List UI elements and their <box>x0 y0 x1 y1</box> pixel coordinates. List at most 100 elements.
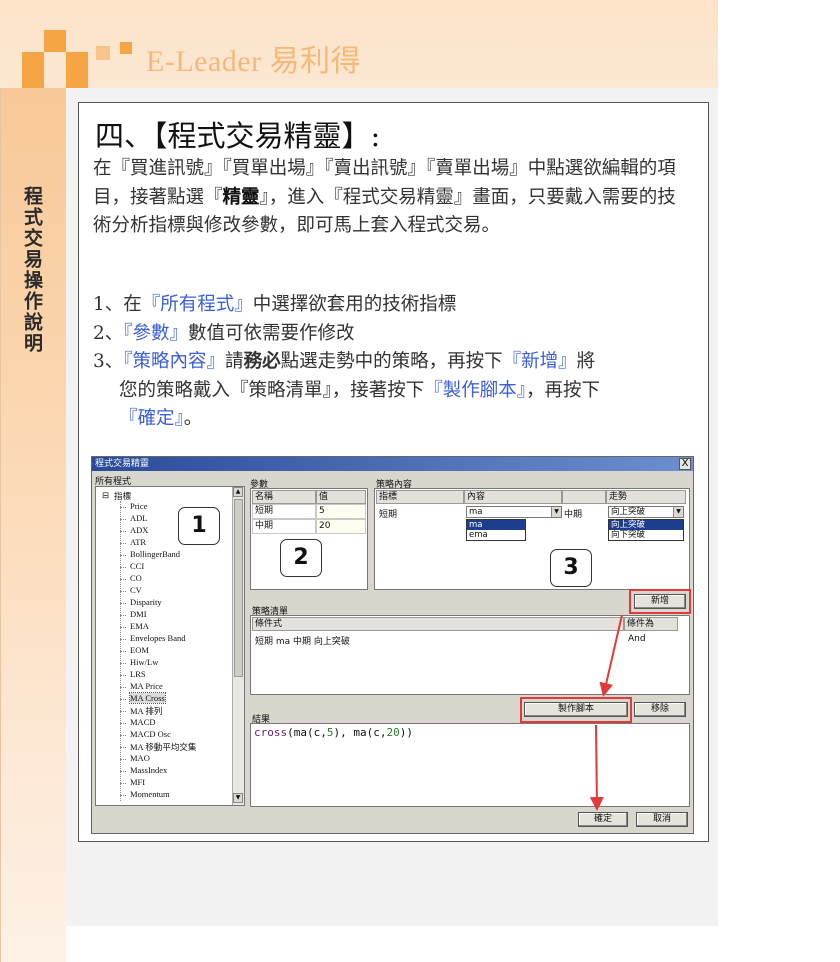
strategy-list-logic[interactable]: And <box>628 634 646 644</box>
dialog-title: 程式交易精靈 <box>95 459 150 469</box>
code-part: ), ma(c, <box>333 726 387 739</box>
trend-select[interactable]: 向上突破 ▼ <box>608 506 684 518</box>
strategy-list-header-condition: 條件式 <box>252 617 624 631</box>
tree-item[interactable]: CCI <box>130 561 144 571</box>
tree-item[interactable]: Hiw/Lw <box>130 657 158 667</box>
step-3-highlight: 『策略內容』 <box>123 351 226 372</box>
content-select[interactable]: ma ▼ <box>466 506 562 518</box>
tree-item[interactable]: MACD <box>130 717 156 727</box>
highlight-add <box>629 589 691 614</box>
tree-item[interactable]: Envelopes Band <box>130 633 185 643</box>
code-number: 20 <box>386 726 400 739</box>
tree-item[interactable]: ATR <box>130 537 146 547</box>
tree-item[interactable]: CV <box>130 585 142 595</box>
brand-name: E-Leader 易利得 <box>146 45 362 78</box>
tree-item[interactable]: MACD Osc <box>130 729 171 739</box>
dropdown-option[interactable]: ema <box>467 530 525 540</box>
step-3-line2a: 您的策略戴入『策略清單』，接著按下 <box>119 379 425 401</box>
cancel-button[interactable]: 取消 <box>636 812 688 827</box>
tree-item[interactable]: MA Price <box>130 681 163 691</box>
scroll-up-icon[interactable]: ▲ <box>233 487 243 497</box>
section-heading: 四、【程式交易精靈】: <box>95 119 381 153</box>
tree-item[interactable]: ADX <box>130 525 148 535</box>
tree-item[interactable]: CO <box>130 573 142 583</box>
code-part: (ma(c, <box>287 726 327 739</box>
chevron-down-icon[interactable]: ▼ <box>673 507 683 517</box>
step-list: 1、在『所有程式』中選擇欲套用的技術指標 2、『參數』數值可依需要作修改 3、『… <box>93 291 693 434</box>
sidebar-title: 程式交易操作說明 <box>21 186 43 354</box>
dropdown-option[interactable]: ma <box>467 520 525 530</box>
step-1: 1、在『所有程式』中選擇欲套用的技術指標 <box>93 291 693 320</box>
step-3-bold: 務必 <box>243 351 281 372</box>
scroll-thumb[interactable] <box>234 499 243 677</box>
strategy-list-header-logic: 條件為 <box>624 617 678 631</box>
step-2-suffix: 數值可依需要作修改 <box>188 322 355 344</box>
strategy-header-content: 內容 <box>464 490 562 504</box>
tree-item[interactable]: MA Cross <box>129 692 166 704</box>
tree-item[interactable]: MAO <box>130 753 150 763</box>
dropdown-option[interactable]: 向下突破 <box>609 530 683 540</box>
step-1-highlight: 『所有程式』 <box>141 294 253 315</box>
step-2: 2、『參數』數值可依需要作修改 <box>93 320 693 349</box>
dropdown-option[interactable]: 向上突破 <box>609 520 683 530</box>
step-3-end: 。 <box>183 408 203 429</box>
trend-dropdown: 向上突破 向下突破 <box>608 519 684 541</box>
tree-item[interactable]: DMI <box>130 609 147 619</box>
params-header-value: 值 <box>316 490 366 504</box>
tree-item[interactable]: Disparity <box>130 597 162 607</box>
remove-button[interactable]: 移除 <box>634 702 686 717</box>
ok-button[interactable]: 確定 <box>578 812 628 827</box>
code-part: )) <box>399 726 413 739</box>
tree-item[interactable]: ADL <box>130 513 147 523</box>
dialog-titlebar: 程式交易精靈 X <box>92 457 693 471</box>
step-3-line-3: 『確定』。 <box>93 405 693 434</box>
step-3-line-2: 您的策略戴入『策略清單』，接著按下『製作腳本』，再按下 <box>93 377 693 406</box>
tree-item[interactable]: BollingerBand <box>130 549 180 559</box>
step-3-highlight-ok: 『確定』 <box>119 408 184 429</box>
tree-root[interactable]: 指標 <box>114 490 131 502</box>
tree-collapse-icon[interactable]: ⊟ <box>102 490 109 501</box>
intro-bold: 精靈 <box>222 186 260 208</box>
callout-2: 2 <box>280 539 322 577</box>
tree-item[interactable]: MA 移動平均交集 <box>130 741 196 753</box>
param-value-input[interactable]: 5 <box>316 504 366 519</box>
tree-item[interactable]: Momentum <box>130 789 170 799</box>
intro-paragraph: 在『買進訊號』『買單出場』『賣出訊號』『賣單出場』中點選欲編輯的項目，接著點選『… <box>93 155 693 241</box>
param-value-input[interactable]: 20 <box>316 519 366 534</box>
step-2-highlight: 『參數』 <box>123 322 189 344</box>
step-3: 3、『策略內容』請務必點選走勢中的策略，再按下『新增』將 您的策略戴入『策略清單… <box>93 348 693 434</box>
strategy-list-grid: 條件式 條件為 短期 ma 中期 向上突破 And <box>250 615 690 695</box>
strategy-indicator: 短期 <box>379 510 398 520</box>
step-3-mid2: 點選走勢中的策略，再按下 <box>280 351 503 372</box>
step-1-prefix: 1、在 <box>93 294 142 315</box>
strategy-list-row[interactable]: 短期 ma 中期 向上突破 <box>255 634 350 647</box>
program-tree[interactable]: ⊟ 指標 Price ADL ADX ATR BollingerBand CCI CO CV D… <box>95 486 245 806</box>
tree-scrollbar[interactable]: ▲ ▼ <box>232 487 244 805</box>
chevron-down-icon[interactable]: ▼ <box>551 507 561 517</box>
scroll-down-icon[interactable]: ▼ <box>233 793 243 803</box>
tree-item[interactable]: Price <box>130 501 147 511</box>
callout-1: 1 <box>178 507 220 545</box>
result-code: cross(ma(c,5), ma(c,20)) <box>254 726 413 739</box>
step-3-prefix: 3、 <box>93 351 124 372</box>
tree-item[interactable]: MassIndex <box>130 765 167 775</box>
strategy-header-indicator: 指標 <box>376 490 464 504</box>
close-icon[interactable]: X <box>679 458 691 470</box>
strategy-header-trend: 走勢 <box>606 490 686 504</box>
step-1-suffix: 中選擇欲套用的技術指標 <box>252 294 457 315</box>
tree-item[interactable]: EOM <box>130 645 149 655</box>
content-select-value: ma <box>469 507 483 517</box>
wizard-dialog: 程式交易精靈 X 所有程式 ⊟ 指標 Price ADL ADX ATR Bolling… <box>91 456 694 834</box>
highlight-make-script <box>520 697 632 723</box>
strategy-period: 中期 <box>564 510 583 520</box>
trend-select-value: 向上突破 <box>611 507 646 517</box>
tree-item[interactable]: MFI <box>130 777 145 787</box>
tree-item[interactable]: MA 排列 <box>130 705 162 717</box>
result-textarea[interactable]: cross(ma(c,5), ma(c,20)) <box>250 723 690 807</box>
params-header-name: 名稱 <box>252 490 316 504</box>
step-3-mid: 請 <box>225 351 244 372</box>
step-3-line2b: ，再按下 <box>526 379 601 401</box>
tree-item[interactable]: LRS <box>130 669 146 679</box>
code-function: cross <box>254 726 288 739</box>
tree-item[interactable]: EMA <box>130 621 149 631</box>
